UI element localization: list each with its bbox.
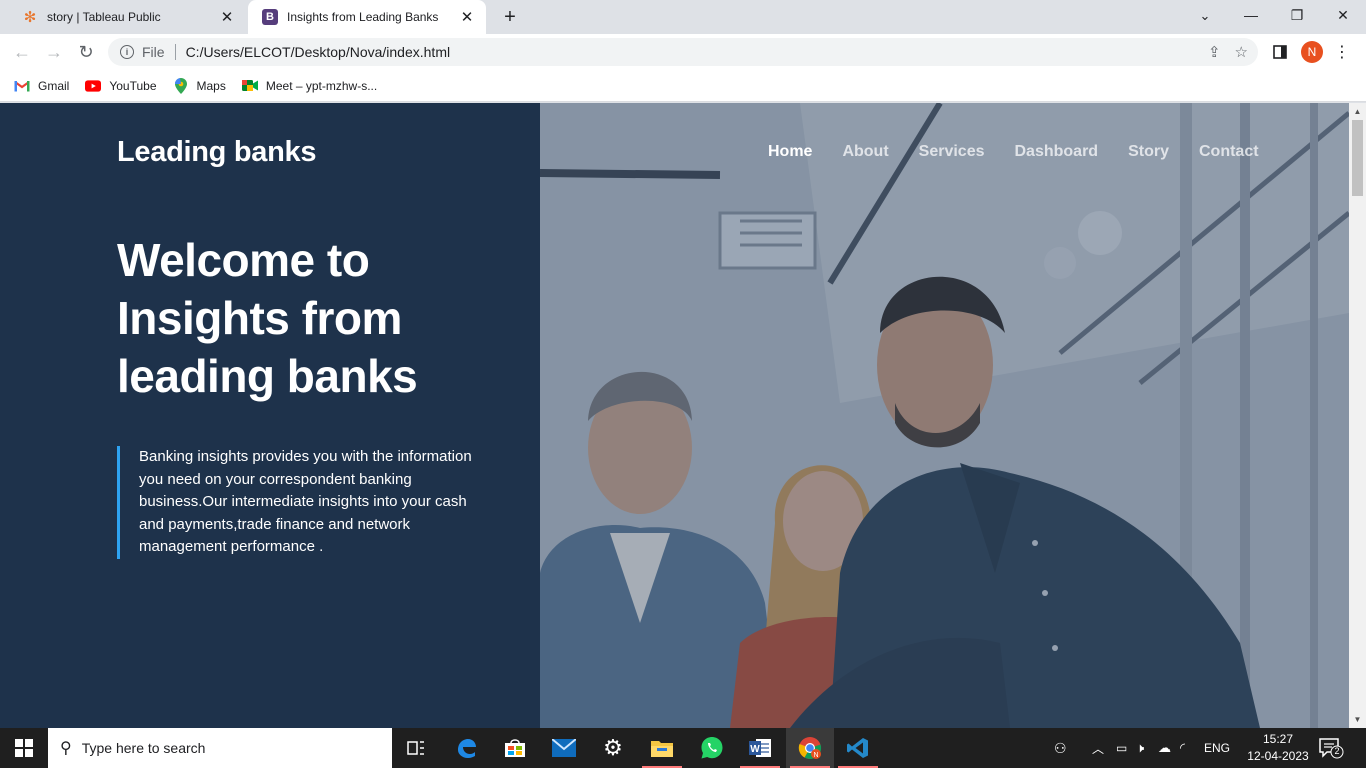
page-scrollbar[interactable]: ▲ ▼: [1349, 103, 1366, 728]
chrome-icon[interactable]: N: [786, 728, 834, 768]
new-tab-button[interactable]: +: [498, 5, 522, 29]
svg-text:W: W: [750, 744, 760, 755]
hero-title-line: Welcome to: [117, 234, 370, 286]
bookmark-gmail[interactable]: Gmail: [14, 78, 69, 94]
back-arrow-icon[interactable]: ←: [8, 38, 36, 66]
chevron-up-icon[interactable]: ︿: [1092, 740, 1116, 757]
word-icon[interactable]: W: [736, 728, 784, 768]
tab-insights-leading-banks[interactable]: B Insights from Leading Banks ✕: [248, 0, 486, 34]
tableau-icon: ✻: [23, 8, 37, 26]
share-icon[interactable]: ⇪: [1208, 43, 1221, 61]
edge-browser-icon[interactable]: [442, 728, 490, 768]
address-bar[interactable]: i File C:/Users/ELCOT/Desktop/Nova/index…: [108, 38, 1258, 66]
bookmark-meet[interactable]: Meet – ypt-mzhw-s...: [241, 78, 378, 94]
notification-center-icon[interactable]: 2: [1318, 736, 1344, 760]
tab-search-chevron-icon[interactable]: ⌄: [1192, 4, 1218, 28]
nav-story[interactable]: Story: [1128, 143, 1169, 161]
wifi-icon[interactable]: ◜: [1180, 740, 1204, 756]
tab-title: Insights from Leading Banks: [287, 10, 439, 24]
profile-avatar[interactable]: N: [1300, 38, 1324, 66]
bookmark-star-icon[interactable]: ☆: [1235, 43, 1248, 61]
bootstrap-icon: B: [262, 9, 278, 25]
more-menu-icon[interactable]: ⋮: [1334, 38, 1350, 66]
address-url[interactable]: C:/Users/ELCOT/Desktop/Nova/index.html: [186, 44, 451, 60]
restore-icon[interactable]: ❐: [1274, 0, 1320, 30]
nav-home[interactable]: Home: [768, 143, 812, 161]
volume-icon[interactable]: 🕨: [1136, 740, 1158, 756]
browser-tab-strip: ✻ story | Tableau Public ✕ B Insights fr…: [0, 0, 1366, 34]
taskbar-clock[interactable]: 15:27 12-04-2023: [1246, 731, 1310, 765]
bookmark-label: Gmail: [38, 78, 70, 93]
windows-logo-icon: [15, 739, 33, 757]
battery-icon[interactable]: ▭: [1116, 741, 1136, 755]
bookmarks-bar: Gmail YouTube Maps Meet – ypt-mzhw-s...: [0, 70, 1366, 102]
tab-title: story | Tableau Public: [47, 10, 161, 24]
site-logo[interactable]: Leading banks: [117, 136, 316, 169]
file-explorer-icon[interactable]: [638, 728, 686, 768]
reload-icon[interactable]: ↻: [72, 38, 100, 66]
microsoft-store-icon[interactable]: [491, 728, 539, 768]
avatar: N: [1301, 41, 1323, 63]
maps-icon: [173, 77, 189, 94]
window-close-icon[interactable]: ✕: [1320, 0, 1366, 30]
start-button[interactable]: [0, 728, 48, 768]
task-view-icon[interactable]: [392, 728, 440, 768]
mail-icon[interactable]: [540, 728, 588, 768]
taskbar-search[interactable]: ⚲ Type here to search: [48, 728, 392, 768]
meet-icon: [241, 78, 258, 94]
address-scheme: File: [142, 44, 165, 60]
hero-title-line: Insights from: [117, 292, 402, 344]
nav-contact[interactable]: Contact: [1199, 143, 1259, 161]
bookmark-youtube[interactable]: YouTube: [85, 78, 157, 94]
scrollbar-thumb[interactable]: [1352, 120, 1363, 196]
language-indicator[interactable]: ENG: [1204, 741, 1232, 755]
nav-services[interactable]: Services: [919, 143, 985, 161]
search-icon: ⚲: [60, 740, 72, 757]
bookmark-label: YouTube: [109, 78, 157, 93]
hero-title: Welcome to Insights from leading banks: [117, 231, 517, 405]
window-controls: — ❐ ✕: [1228, 0, 1366, 34]
hero-left-panel: [0, 103, 540, 728]
bookmark-maps[interactable]: Maps: [173, 77, 226, 94]
hero-title-line: leading banks: [117, 350, 418, 402]
tab-tableau-story[interactable]: ✻ story | Tableau Public ✕: [8, 0, 246, 34]
scroll-up-arrow-icon[interactable]: ▲: [1349, 103, 1366, 120]
windows-taskbar: ⚲ Type here to search ⚙ W N ⚇ ︿ ▭ 🕨 ☁ ◜ …: [0, 728, 1366, 768]
gmail-icon: [14, 78, 30, 94]
nav-dashboard[interactable]: Dashboard: [1015, 143, 1099, 161]
whatsapp-icon[interactable]: [688, 728, 736, 768]
bookmark-label: Maps: [196, 78, 226, 93]
team-of-three-people-photo: [540, 103, 1349, 728]
close-icon[interactable]: ✕: [458, 8, 476, 26]
svg-text:N: N: [813, 752, 818, 759]
bookmark-label: Meet – ypt-mzhw-s...: [265, 78, 378, 93]
web-page: Leading banks Home About Services Dashbo…: [0, 103, 1349, 728]
notification-count: 2: [1334, 746, 1340, 756]
main-navigation: Home About Services Dashboard Story Cont…: [768, 143, 1259, 161]
people-icon[interactable]: ⚇: [1054, 740, 1074, 757]
browser-toolbar: ← → ↻ i File C:/Users/ELCOT/Desktop/Nova…: [0, 34, 1366, 70]
clock-date: 12-04-2023: [1247, 749, 1309, 763]
settings-gear-icon[interactable]: ⚙: [589, 728, 637, 768]
search-placeholder: Type here to search: [81, 740, 206, 756]
forward-arrow-icon[interactable]: →: [40, 38, 68, 66]
site-info-icon[interactable]: i: [120, 45, 134, 59]
hero-description: Banking insights provides you with the i…: [117, 446, 477, 559]
side-panel-icon[interactable]: [1268, 38, 1292, 66]
system-tray: ⚇ ︿ ▭ 🕨 ☁ ◜ ENG: [1054, 728, 1232, 768]
vscode-icon[interactable]: [834, 728, 882, 768]
clock-time: 15:27: [1262, 732, 1294, 746]
close-icon[interactable]: ✕: [218, 8, 236, 26]
youtube-icon: [85, 78, 102, 94]
minimize-icon[interactable]: —: [1228, 0, 1274, 30]
hero-image-overlay: [540, 103, 1349, 728]
scroll-down-arrow-icon[interactable]: ▼: [1349, 711, 1366, 728]
address-actions: ⇪ ☆: [1208, 38, 1248, 66]
onedrive-error-icon[interactable]: ☁: [1158, 740, 1180, 756]
address-separator: [174, 44, 176, 60]
nav-about[interactable]: About: [842, 143, 888, 161]
